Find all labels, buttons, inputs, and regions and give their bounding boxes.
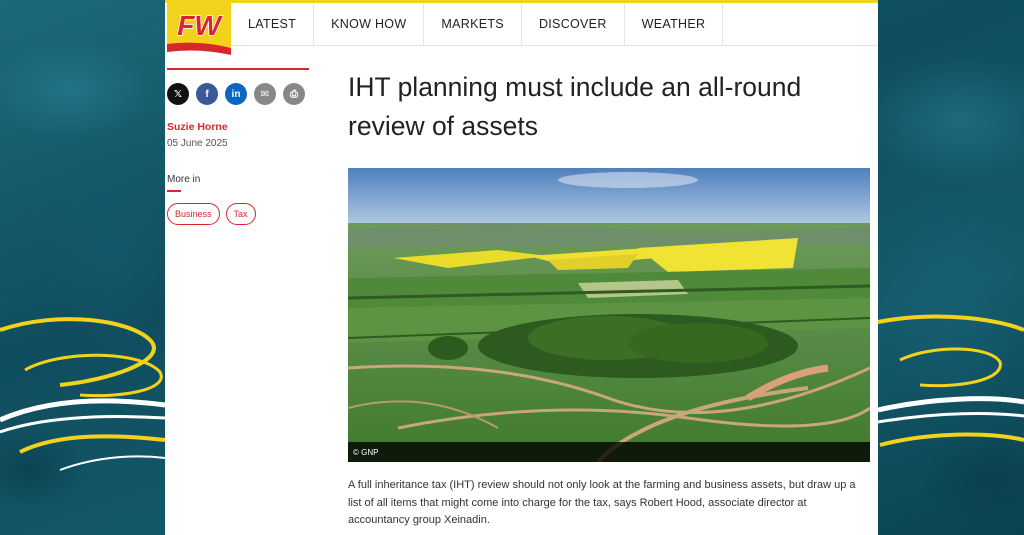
article-sidebar: 𝕏 f in ✉ ⎙ Suzie Horne 05 June 2025 More… — [167, 68, 311, 225]
article-intro: A full inheritance tax (IHT) review shou… — [348, 479, 856, 526]
article-title: IHT planning must include an all-round r… — [348, 72, 802, 141]
share-x-button[interactable]: 𝕏 — [167, 83, 189, 105]
nav-markets[interactable]: MARKETS — [424, 3, 522, 45]
image-credit: © GNP — [348, 442, 870, 462]
sidebar-divider — [167, 68, 309, 70]
share-email-button[interactable]: ✉ — [254, 83, 276, 105]
tag-tax[interactable]: Tax — [225, 203, 256, 225]
hero-image: © GNP — [348, 168, 870, 462]
nav-latest[interactable]: LATEST — [231, 3, 315, 45]
tag-list: Business Tax — [167, 203, 311, 225]
main-nav: LATEST KNOW HOW MARKETS DISCOVER WEATHER — [231, 3, 878, 46]
more-in-underline — [167, 190, 181, 192]
email-icon: ✉ — [260, 88, 270, 100]
share-buttons: 𝕏 f in ✉ ⎙ — [167, 83, 311, 105]
tag-business[interactable]: Business — [167, 203, 220, 225]
facebook-icon: f — [205, 88, 209, 100]
print-button[interactable]: ⎙ — [283, 83, 305, 105]
linkedin-icon: in — [231, 88, 241, 100]
article-page: FW LATEST KNOW HOW MARKETS DISCOVER WEAT… — [165, 0, 878, 535]
x-icon: 𝕏 — [173, 88, 183, 100]
share-facebook-button[interactable]: f — [196, 83, 218, 105]
more-in-label: More in — [167, 174, 201, 185]
logo-text: FW — [177, 10, 223, 41]
fw-logo[interactable]: FW — [167, 0, 231, 55]
nav-weather[interactable]: WEATHER — [625, 3, 724, 45]
nav-know-how[interactable]: KNOW HOW — [314, 3, 425, 45]
print-icon: ⎙ — [290, 88, 298, 100]
nav-discover[interactable]: DISCOVER — [522, 3, 625, 45]
share-linkedin-button[interactable]: in — [225, 83, 247, 105]
publish-date: 05 June 2025 — [167, 138, 228, 149]
author-name[interactable]: Suzie Horne — [167, 121, 311, 133]
aerial-farmland-illustration — [348, 168, 870, 462]
